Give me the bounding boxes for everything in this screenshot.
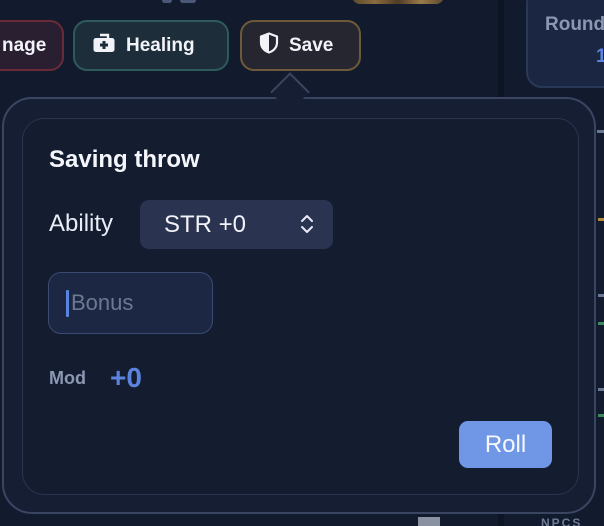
list-fragment <box>598 388 604 391</box>
bonus-input[interactable] <box>48 272 213 334</box>
npcs-section-label: NPCS <box>541 516 583 526</box>
roll-button[interactable]: Roll <box>459 421 552 468</box>
first-aid-kit-icon <box>92 32 116 60</box>
damage-button[interactable]: nage <box>0 20 64 71</box>
round-value: 1 <box>596 46 604 67</box>
app-stage: nage Healing Save Round 1 NPCS Saving th… <box>0 0 604 526</box>
save-button[interactable]: Save <box>240 20 361 71</box>
text-fragment <box>180 0 196 3</box>
list-fragment <box>597 130 604 133</box>
text-caret <box>66 290 69 317</box>
popover-title: Saving throw <box>49 146 200 173</box>
ability-label: Ability <box>49 210 114 237</box>
ability-select[interactable]: STR +0 <box>140 200 333 249</box>
chevron-up-down-icon <box>299 213 315 242</box>
ability-select-value: STR +0 <box>164 210 247 238</box>
list-fragment <box>598 322 604 325</box>
shield-icon <box>259 31 279 60</box>
list-fragment <box>598 218 604 221</box>
mod-value: +0 <box>110 362 142 393</box>
damage-button-label: nage <box>2 34 47 56</box>
healing-button-label: Healing <box>126 34 195 56</box>
text-fragment <box>162 0 172 3</box>
mod-label: Mod <box>49 368 86 388</box>
list-fragment <box>598 414 604 417</box>
round-card: Round 1 <box>526 0 604 88</box>
healing-button[interactable]: Healing <box>73 20 229 71</box>
round-label: Round <box>545 14 604 35</box>
save-button-label: Save <box>289 34 334 56</box>
list-fragment <box>598 294 604 297</box>
scrollbar-fragment <box>418 517 440 526</box>
portrait-image-fragment <box>352 0 444 4</box>
